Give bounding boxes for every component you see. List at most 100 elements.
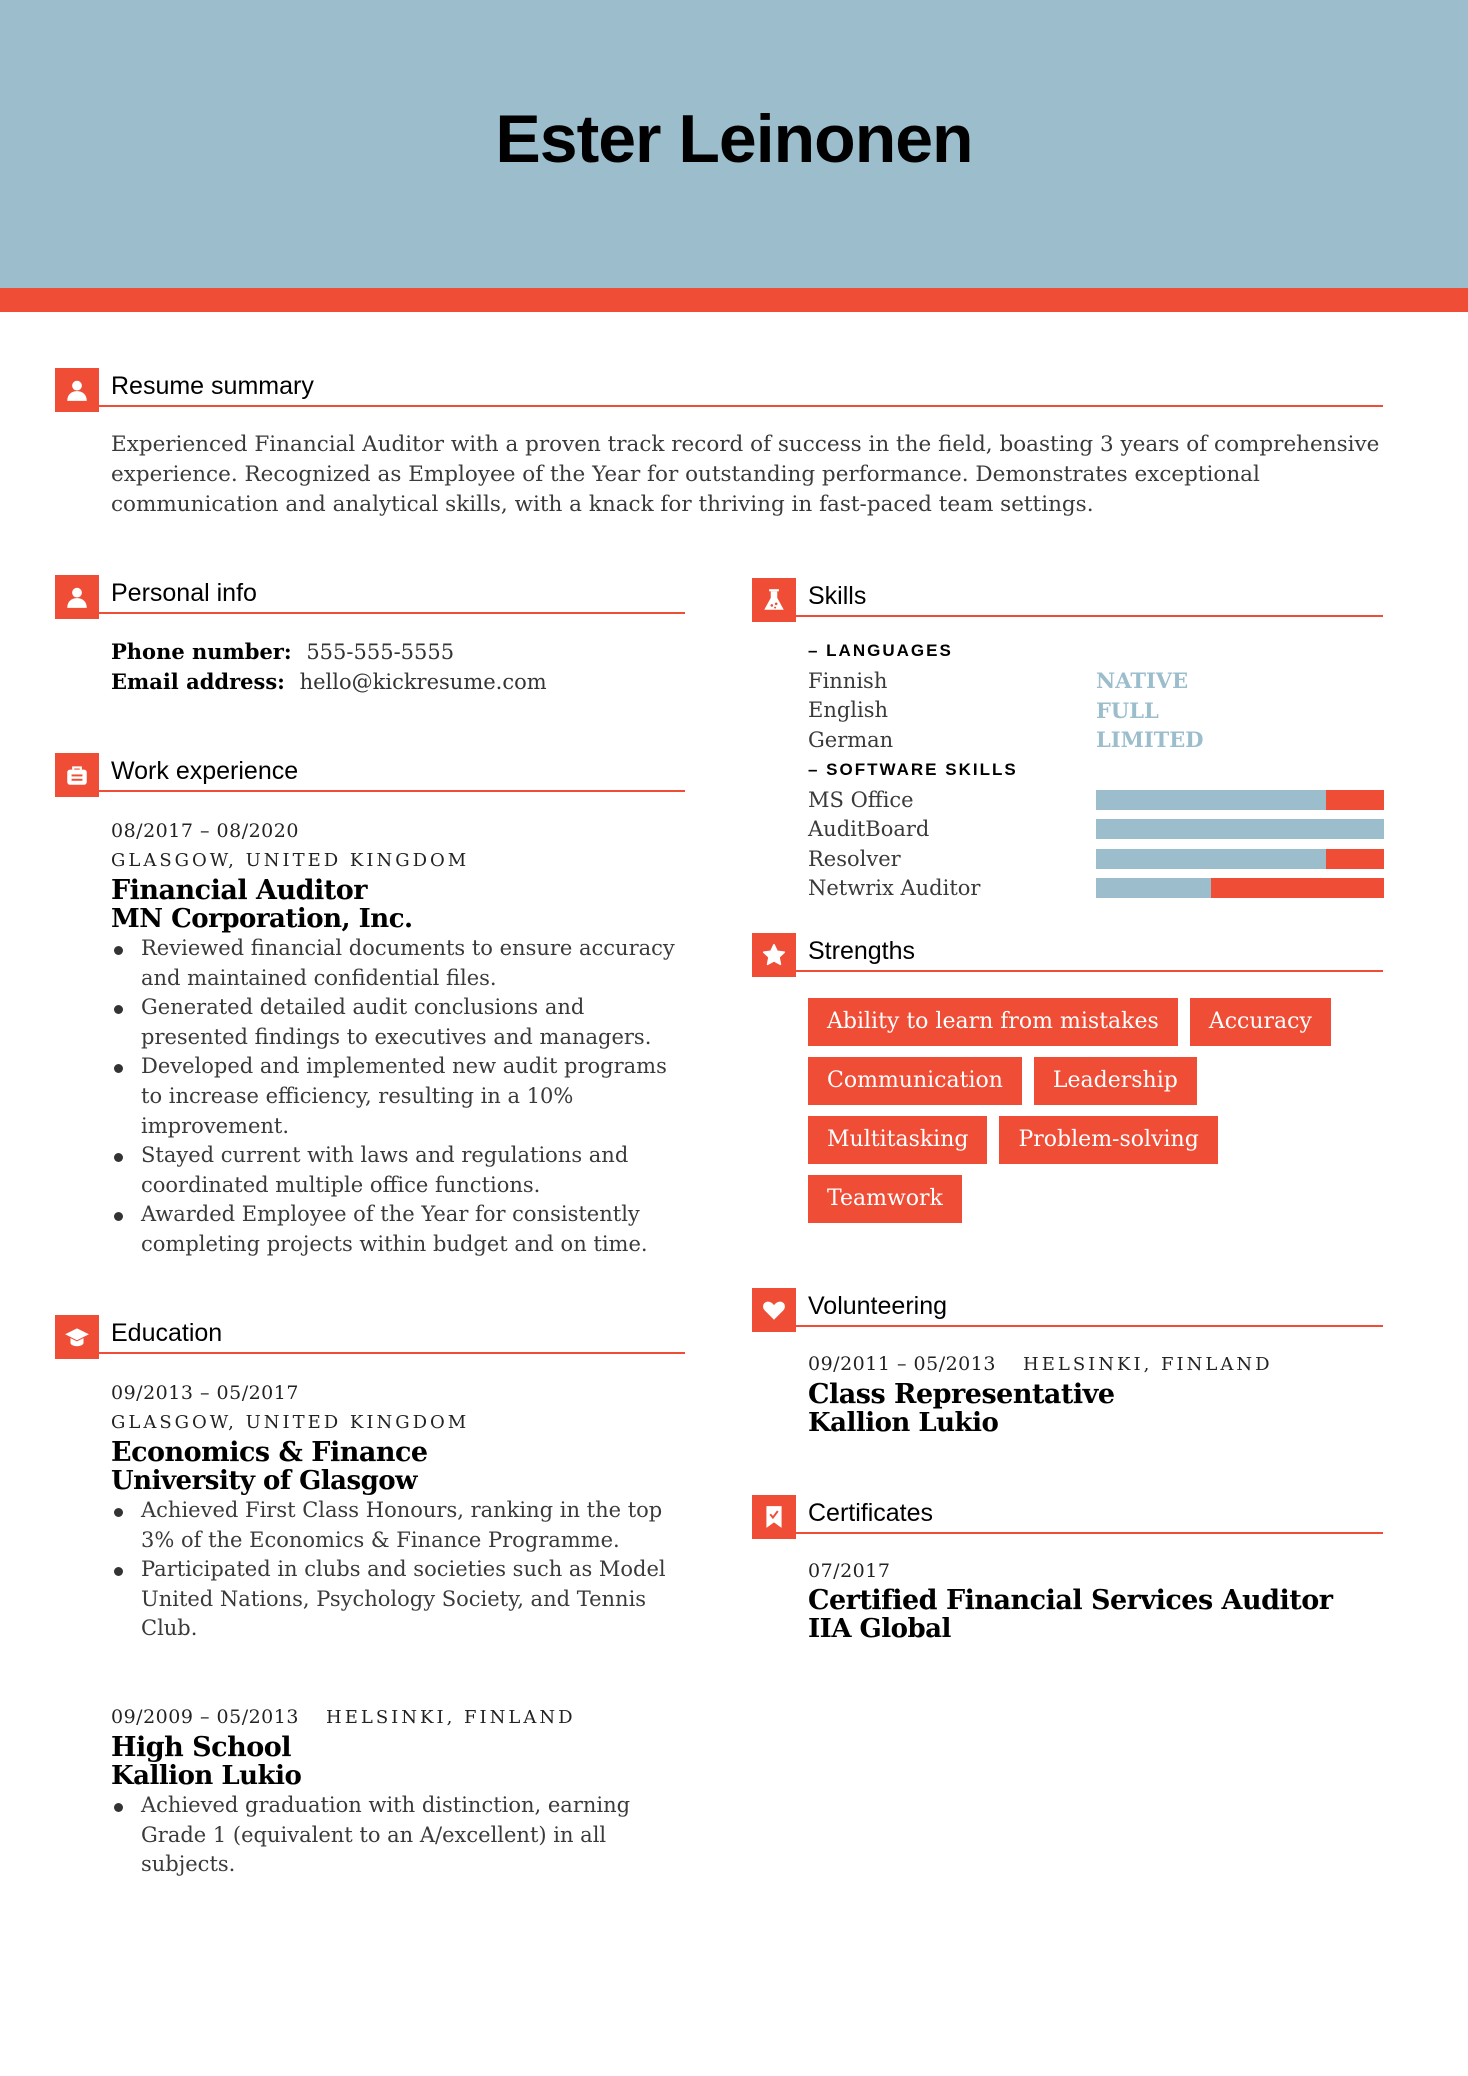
volunteering-dates: 09/2011 – 05/2013	[808, 1353, 996, 1375]
list-item: Achieved First Class Honours, ranking in…	[111, 1496, 691, 1555]
section-title: Skills	[808, 582, 867, 610]
language-row: German LIMITED	[808, 725, 1384, 755]
list-item: Awarded Employee of the Year for consist…	[111, 1200, 691, 1259]
email-row: Email address: hello@kickresume.com	[111, 667, 547, 697]
email-value[interactable]: hello@kickresume.com	[300, 670, 547, 694]
section-header-volunteering: Volunteering	[752, 1288, 1383, 1332]
candidate-name: Ester Leinonen	[495, 101, 973, 177]
section-divider	[99, 1352, 685, 1354]
strength-tag: Accuracy	[1189, 998, 1331, 1046]
section-header-work-experience: Work experience	[55, 753, 685, 797]
certificate-date: 07/2017	[808, 1560, 891, 1582]
software-row: Netwrix Auditor	[808, 874, 1384, 904]
certificate-icon	[752, 1495, 796, 1539]
education-bullets: Achieved First Class Honours, ranking in…	[111, 1496, 691, 1644]
language-name: English	[808, 698, 889, 723]
phone-label: Phone number:	[111, 639, 292, 664]
volunteering-entry: 09/2011 – 05/2013 HELSINKI, FINLAND Clas…	[808, 1349, 1384, 1438]
education-entry: 09/2009 – 05/2013 HELSINKI, FINLAND High…	[111, 1702, 691, 1880]
section-divider	[99, 612, 685, 614]
education-entry: 09/2013 – 05/2017 GLASGOW, UNITED KINGDO…	[111, 1378, 691, 1644]
list-item: Participated in clubs and societies such…	[111, 1555, 691, 1644]
section-title: Education	[111, 1319, 223, 1347]
phone-value: 555-555-5555	[306, 640, 455, 664]
language-level: NATIVE	[1096, 668, 1189, 694]
work-dates: 08/2017 – 08/2020	[111, 820, 299, 842]
list-item: Stayed current with laws and regulations…	[111, 1141, 691, 1200]
user-icon	[55, 368, 99, 412]
education-school: University of Glasgow	[111, 1466, 418, 1496]
education-location: GLASGOW, UNITED KINGDOM	[111, 1412, 470, 1433]
personal-info: Phone number: 555-555-5555 Email address…	[111, 637, 547, 697]
education-meta: 09/2009 – 05/2013 HELSINKI, FINLAND	[111, 1702, 691, 1733]
list-item: Achieved graduation with distinction, ea…	[111, 1791, 691, 1880]
language-name: Finnish	[808, 668, 888, 693]
languages-heading: – LANGUAGES	[808, 641, 953, 660]
language-row: Finnish NATIVE	[808, 666, 1384, 696]
volunteering-location: HELSINKI, FINLAND	[1023, 1354, 1273, 1375]
volunteering-role: Class Representative	[808, 1379, 1115, 1410]
work-company: MN Corporation, Inc.	[111, 904, 413, 934]
strength-tag: Leadership	[1033, 1057, 1197, 1105]
skill-level-fill	[1096, 819, 1384, 840]
skill-level-bar	[1096, 789, 1384, 810]
skill-level-fill	[1096, 878, 1212, 899]
skill-level-bar	[1096, 878, 1384, 899]
list-item: Developed and implemented new audit prog…	[111, 1052, 691, 1141]
section-divider	[796, 970, 1383, 972]
summary-text: Experienced Financial Auditor with a pro…	[111, 432, 1380, 517]
skill-level-fill	[1096, 789, 1327, 810]
header-accent-bar	[0, 288, 1468, 312]
phone-row: Phone number: 555-555-5555	[111, 637, 547, 667]
section-header-education: Education	[55, 1315, 685, 1359]
education-location: HELSINKI, FINLAND	[326, 1707, 576, 1728]
email-label: Email address:	[111, 669, 285, 694]
section-header-skills: Skills	[752, 578, 1383, 622]
software-name: AuditBoard	[808, 817, 930, 842]
strength-tag: Ability to learn from mistakes	[808, 998, 1178, 1046]
language-row: English FULL	[808, 696, 1384, 726]
language-level: LIMITED	[1096, 727, 1204, 753]
skill-level-fill	[1096, 848, 1327, 869]
list-item: Reviewed financial documents to ensure a…	[111, 934, 691, 993]
skill-level-bar	[1096, 848, 1384, 869]
software-row: Resolver	[808, 844, 1384, 874]
strength-tag: Multitasking	[808, 1116, 988, 1164]
skills-content: – LANGUAGES Finnish NATIVE English FULL …	[808, 636, 1384, 903]
education-degree: High School	[111, 1732, 292, 1763]
section-divider	[796, 615, 1383, 617]
education-dates: 09/2009 – 05/2013	[111, 1706, 299, 1728]
star-icon	[752, 933, 796, 977]
volunteering-org: Kallion Lukio	[808, 1408, 999, 1438]
education-dates: 09/2013 – 05/2017	[111, 1382, 299, 1404]
software-heading: – SOFTWARE SKILLS	[808, 759, 1018, 779]
section-header-strengths: Strengths	[752, 933, 1383, 977]
flask-icon	[752, 578, 796, 622]
strength-tag: Communication	[808, 1057, 1022, 1105]
section-header-personal-info: Personal info	[55, 575, 685, 619]
section-header-certificates: Certificates	[752, 1495, 1383, 1539]
section-header-summary: Resume summary	[55, 368, 1383, 412]
software-row: AuditBoard	[808, 814, 1384, 844]
strength-tag: Teamwork	[808, 1175, 962, 1223]
section-divider	[99, 790, 685, 792]
education-degree: Economics & Finance	[111, 1437, 428, 1468]
section-title: Resume summary	[111, 372, 314, 400]
software-name: Netwrix Auditor	[808, 876, 981, 901]
header-banner: Ester Leinonen	[0, 0, 1468, 288]
list-item: Generated detailed audit conclusions and…	[111, 993, 691, 1052]
volunteering-meta: 09/2011 – 05/2013 HELSINKI, FINLAND	[808, 1349, 1384, 1380]
certificate-entry: 07/2017 Certified Financial Services Aud…	[808, 1556, 1384, 1644]
section-divider	[796, 1325, 1383, 1327]
heart-icon	[752, 1288, 796, 1332]
certificate-issuer: IIA Global	[808, 1614, 951, 1644]
section-title: Certificates	[808, 1499, 934, 1527]
briefcase-icon	[55, 753, 99, 797]
software-name: MS Office	[808, 787, 914, 812]
software-row: MS Office	[808, 785, 1384, 815]
user-icon	[55, 575, 99, 619]
graduation-cap-icon	[55, 1315, 99, 1359]
education-school: Kallion Lukio	[111, 1761, 302, 1791]
section-title: Personal info	[111, 579, 257, 607]
section-divider	[796, 1532, 1383, 1534]
